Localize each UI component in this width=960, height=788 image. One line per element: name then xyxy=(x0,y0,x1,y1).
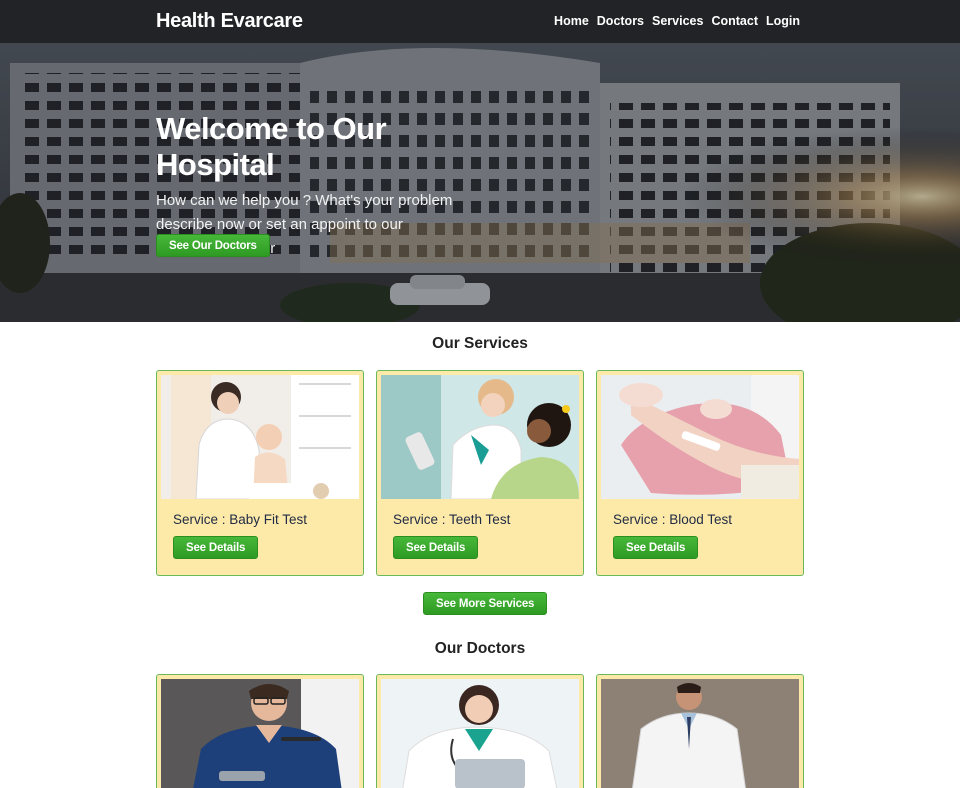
doctor-image-1 xyxy=(161,679,359,788)
doctors-heading: Our Doctors xyxy=(434,640,526,657)
brand-logo[interactable]: Health Evarcare xyxy=(156,10,303,33)
doctor-card-1 xyxy=(156,674,364,788)
service-card-baby: Service : Baby Fit Test See Details xyxy=(156,370,364,576)
see-details-button-blood[interactable]: See Details xyxy=(613,536,699,559)
doctor-image-2 xyxy=(381,679,579,788)
nav-link-home[interactable]: Home xyxy=(554,14,589,28)
hero-title: Welcome to Our Hospital xyxy=(156,111,387,182)
doctor-card-2 xyxy=(376,674,584,788)
services-heading: Our Services xyxy=(432,335,528,352)
doctor-card-3 xyxy=(596,674,804,788)
see-details-button-teeth[interactable]: See Details xyxy=(393,536,479,559)
service-image-teeth xyxy=(381,375,579,499)
service-card-teeth: Service : Teeth Test See Details xyxy=(376,370,584,576)
navbar: Health Evarcare Home Doctors Services Co… xyxy=(0,0,960,43)
service-card-blood: Service : Blood Test See Details xyxy=(596,370,804,576)
service-title-blood: Service : Blood Test xyxy=(613,512,733,527)
nav-links: Home Doctors Services Contact Login xyxy=(554,14,800,28)
see-details-button-baby[interactable]: See Details xyxy=(173,536,259,559)
service-image-blood xyxy=(601,375,799,499)
see-more-services-button[interactable]: See More Services xyxy=(423,592,548,615)
nav-link-doctors[interactable]: Doctors xyxy=(597,14,644,28)
hero-banner: Welcome to Our Hospital How can we help … xyxy=(0,43,960,322)
nav-link-services[interactable]: Services xyxy=(652,14,703,28)
service-title-teeth: Service : Teeth Test xyxy=(393,512,511,527)
see-our-doctors-button[interactable]: See Our Doctors xyxy=(156,234,270,257)
doctor-image-3 xyxy=(601,679,799,788)
service-title-baby: Service : Baby Fit Test xyxy=(173,512,308,527)
nav-link-login[interactable]: Login xyxy=(766,14,800,28)
nav-link-contact[interactable]: Contact xyxy=(711,14,758,28)
service-image-baby xyxy=(161,375,359,499)
